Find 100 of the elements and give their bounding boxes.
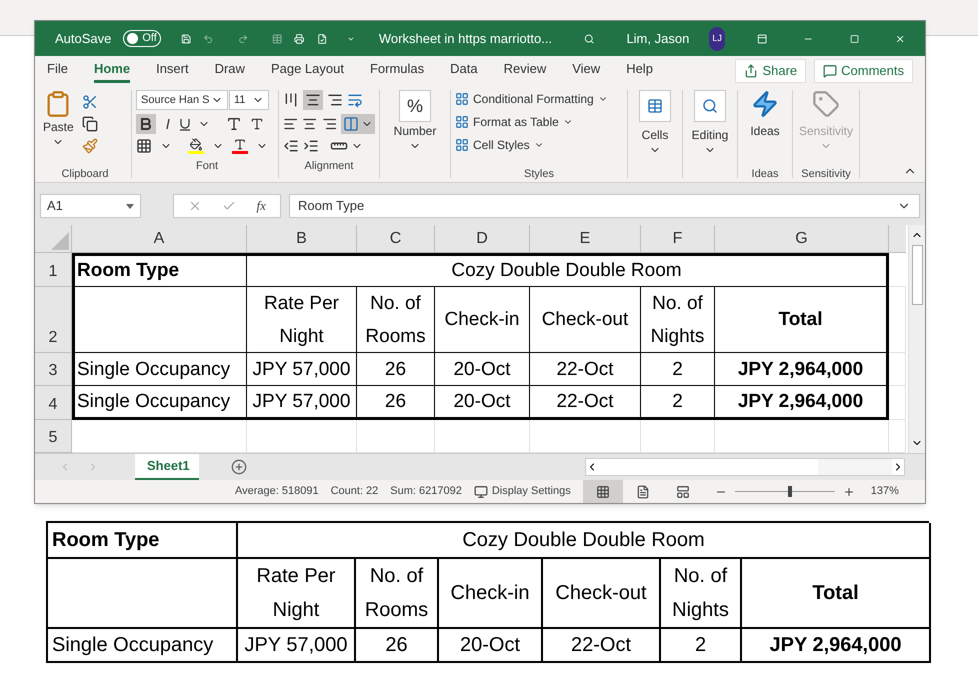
italic-icon[interactable] (164, 118, 172, 130)
empty-cell (889, 386, 906, 420)
menu-tab[interactable]: Insert (156, 58, 189, 84)
align-right-icon[interactable] (322, 116, 337, 132)
table-cell: No. of Rooms (356, 559, 439, 629)
bold-icon (141, 118, 151, 130)
row-header[interactable]: 2 (35, 287, 72, 353)
align-center-icon[interactable] (302, 116, 318, 132)
table-cell: 20-Oct (435, 353, 530, 386)
middle-align-button[interactable] (303, 90, 323, 110)
column-header[interactable]: B (247, 225, 357, 253)
table-cell: 22-Oct (543, 629, 661, 663)
align-left-icon[interactable] (283, 116, 298, 132)
zoom-thumb[interactable] (788, 486, 792, 497)
table-cell: JPY 2,964,000 (715, 353, 889, 386)
group-label: Clipboard (60, 166, 110, 182)
column-header[interactable]: D (435, 225, 530, 253)
row-header[interactable]: 3 (35, 353, 72, 386)
row-header[interactable]: 1 (35, 253, 72, 287)
menu-tab[interactable]: Home (94, 58, 130, 84)
styles-menu-item[interactable]: Format as Table (455, 113, 623, 131)
bold-button[interactable] (136, 114, 156, 134)
menu-tab[interactable]: View (572, 58, 600, 84)
zoom-in-icon[interactable] (842, 486, 855, 498)
comments-button[interactable]: Comments (814, 59, 913, 83)
table-cell: 26 (357, 386, 435, 420)
dropdown-icon (126, 204, 134, 208)
menu-tab[interactable]: File (47, 58, 68, 84)
font-size-field[interactable]: 11 (229, 90, 269, 110)
table-cell: No. of Rooms (357, 287, 435, 353)
share-button[interactable]: Share (735, 59, 806, 83)
column-header[interactable]: F (641, 225, 715, 253)
display-settings-button[interactable]: Display Settings (474, 483, 571, 500)
increase-indent-icon[interactable] (303, 138, 319, 154)
menu-tab[interactable]: Review (504, 58, 546, 84)
view-button[interactable] (582, 480, 623, 503)
column-header[interactable]: G (715, 225, 889, 253)
table-cell: No. of Nights (661, 559, 742, 629)
table-cell: Total (715, 287, 889, 353)
row-header[interactable]: 5 (35, 420, 72, 453)
format-painter-icon[interactable] (82, 138, 98, 154)
paste-button[interactable]: Paste (43, 90, 74, 166)
autosave-toggle[interactable]: Off (123, 30, 161, 47)
column-header[interactable]: C (357, 225, 435, 253)
formula-input[interactable]: Room Type (289, 194, 920, 218)
editing-button[interactable]: Editing (692, 90, 728, 156)
table-cell: Room Type (72, 253, 247, 287)
comment-icon (823, 64, 838, 78)
group-label: Alignment (304, 159, 354, 174)
display-icon (474, 484, 488, 498)
vertical-scrollbar[interactable] (908, 225, 925, 453)
styles-menu-item[interactable]: Cell Styles (455, 136, 623, 154)
scrollbar-thumb[interactable] (912, 245, 922, 305)
insert-function-button[interactable]: fx (256, 196, 266, 216)
underline-icon[interactable] (180, 118, 190, 130)
table-cell: 2 (641, 353, 715, 386)
table-cell: 20-Oct (435, 386, 530, 420)
add-sheet-icon[interactable] (231, 459, 247, 475)
table-cell: 2 (661, 629, 742, 663)
column-header[interactable]: A (72, 225, 247, 253)
group-label: Font (194, 159, 219, 174)
table-style-icon (455, 92, 469, 106)
styles-menu-item[interactable]: Conditional Formatting (455, 90, 623, 108)
decrease-indent-icon[interactable] (283, 138, 299, 154)
wrap-text-icon[interactable] (347, 92, 363, 108)
menu-tab[interactable]: Formulas (370, 58, 424, 84)
group-label: Ideas (752, 166, 778, 182)
table-cell: Single Occupancy (72, 386, 247, 420)
menu-tab[interactable]: Help (626, 58, 653, 84)
table-cell: Check-in (435, 287, 530, 353)
lightning-icon (750, 90, 779, 118)
table-cell: 26 (357, 353, 435, 386)
menu-tab[interactable]: Draw (214, 58, 245, 84)
share-icon (744, 64, 758, 78)
sum-readout: Sum: 6217092 (390, 484, 462, 500)
table-cell: Cozy Double Double Room (247, 253, 889, 287)
name-box[interactable]: A1 (40, 194, 141, 218)
table-cell: Check-in (439, 559, 543, 629)
empty-cell (889, 287, 906, 353)
column-header[interactable]: E (530, 225, 641, 253)
table-cell: JPY 2,964,000 (715, 386, 889, 420)
ideas-button[interactable]: Ideas (750, 90, 780, 166)
sheet-tab[interactable]: Sheet1 (135, 454, 199, 480)
copy-icon[interactable] (82, 116, 98, 132)
zoom-level: 137% (870, 484, 899, 500)
scissors-icon[interactable] (82, 94, 98, 110)
menu-tab[interactable]: Page Layout (270, 58, 344, 84)
table-cell: 2 (641, 386, 715, 420)
font-name-field[interactable]: Source Han S (136, 90, 228, 110)
borders-icon[interactable] (136, 138, 152, 154)
menu-tab[interactable]: Data (450, 58, 478, 84)
font-color-icon[interactable] (232, 138, 248, 154)
user-avatar[interactable]: LJ (709, 26, 725, 50)
fill-color-icon[interactable] (188, 138, 204, 154)
number-button[interactable]: % Number (394, 90, 436, 152)
cells-button[interactable]: Cells (639, 90, 671, 156)
table-cell: 26 (356, 629, 439, 663)
row-header[interactable]: 4 (35, 386, 72, 420)
corner-triangle-icon (51, 232, 69, 250)
horizontal-scrollbar[interactable] (585, 458, 905, 476)
